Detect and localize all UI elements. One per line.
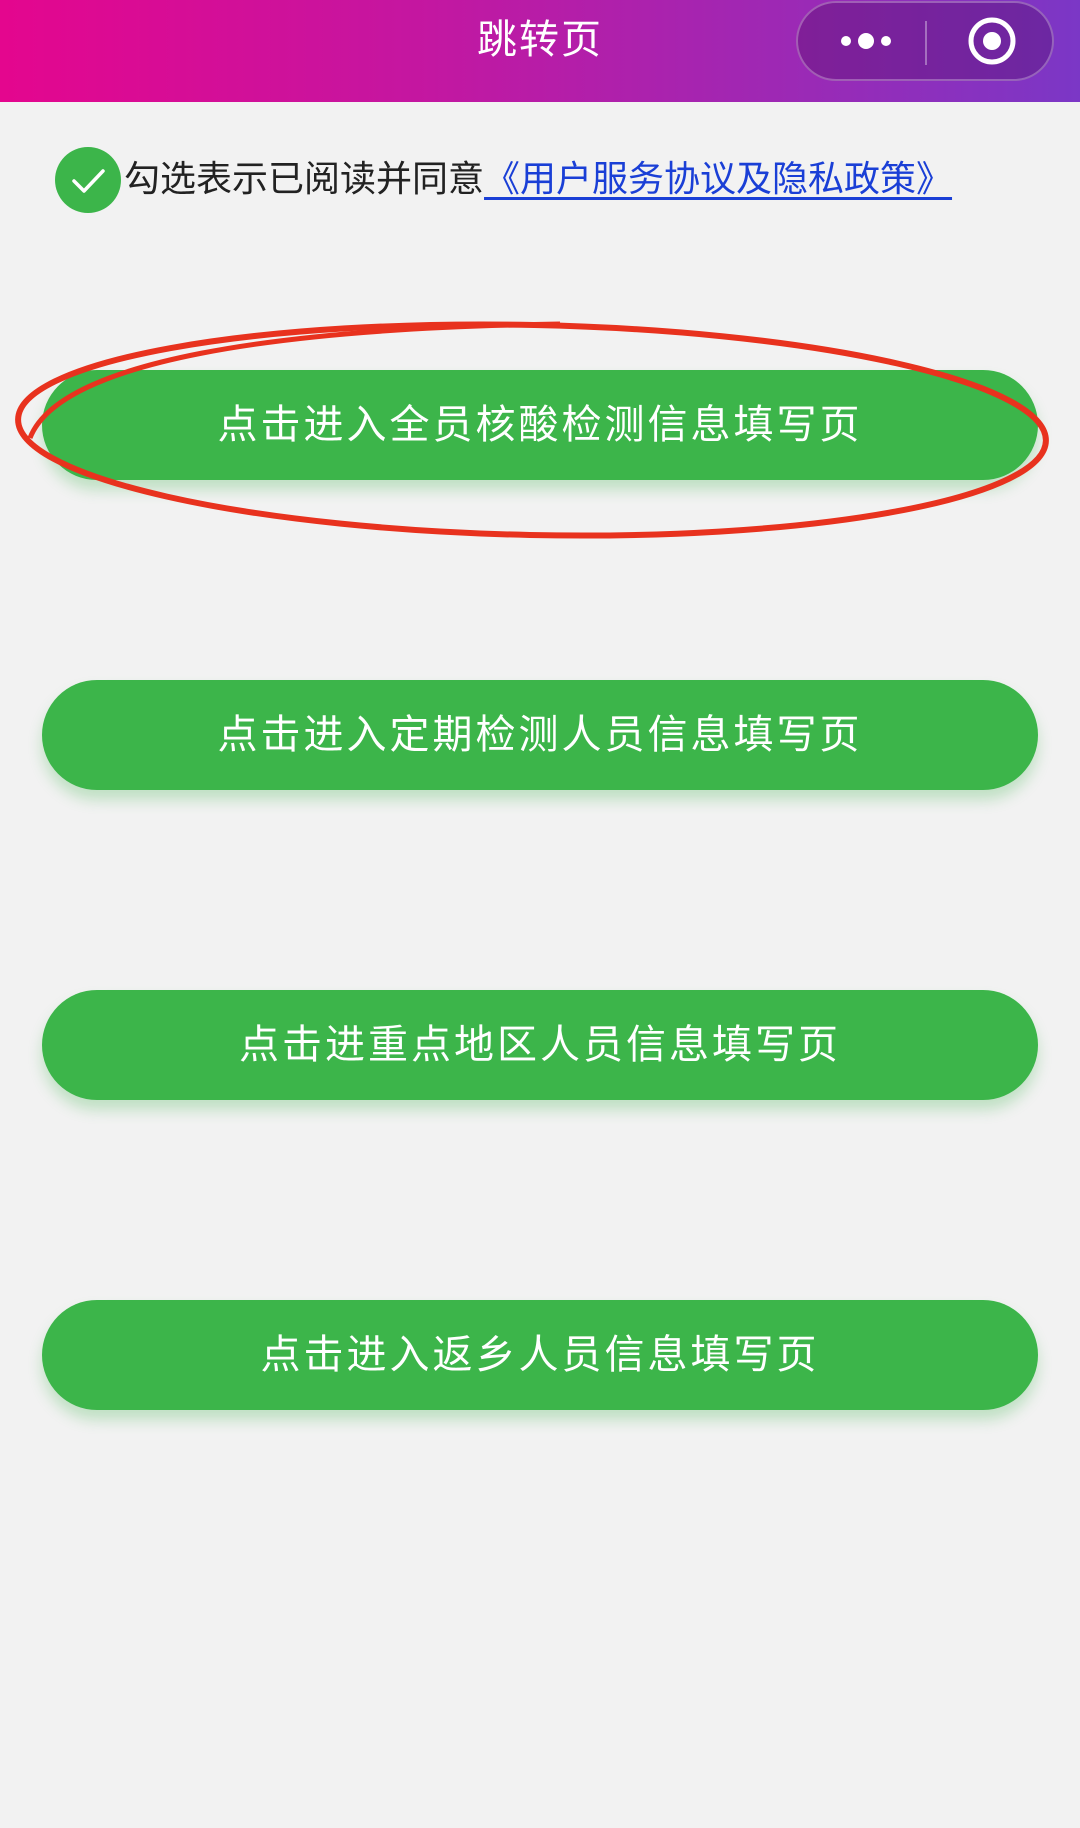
target-close-icon[interactable] <box>962 3 1022 79</box>
checkbox-checked-icon[interactable] <box>54 146 122 214</box>
button-all-staff-nucleic-test[interactable]: 点击进入全员核酸检测信息填写页 <box>42 370 1038 480</box>
more-dots-icon[interactable] <box>828 3 908 79</box>
button-key-region-staff[interactable]: 点击进重点地区人员信息填写页 <box>42 990 1038 1100</box>
button-returning-hometown-staff[interactable]: 点击进入返乡人员信息填写页 <box>42 1300 1038 1410</box>
agreement-link[interactable]: 《用户服务协议及隐私政策》 <box>484 159 952 200</box>
nav-bar: 跳转页 <box>0 0 1080 102</box>
agreement-text: 勾选表示已阅读并同意《用户服务协议及隐私政策》 <box>124 156 952 204</box>
button-regular-test-staff[interactable]: 点击进入定期检测人员信息填写页 <box>42 680 1038 790</box>
agreement-row: 勾选表示已阅读并同意《用户服务协议及隐私政策》 <box>54 144 1054 216</box>
capsule-divider <box>925 21 927 65</box>
agreement-label: 勾选表示已阅读并同意 <box>124 159 485 200</box>
mini-program-capsule <box>796 1 1054 81</box>
page: 跳转页 勾选表示已阅读并同意《用户服务协议及隐私政策》 点击进入全员核酸检测信息… <box>0 0 1080 1828</box>
